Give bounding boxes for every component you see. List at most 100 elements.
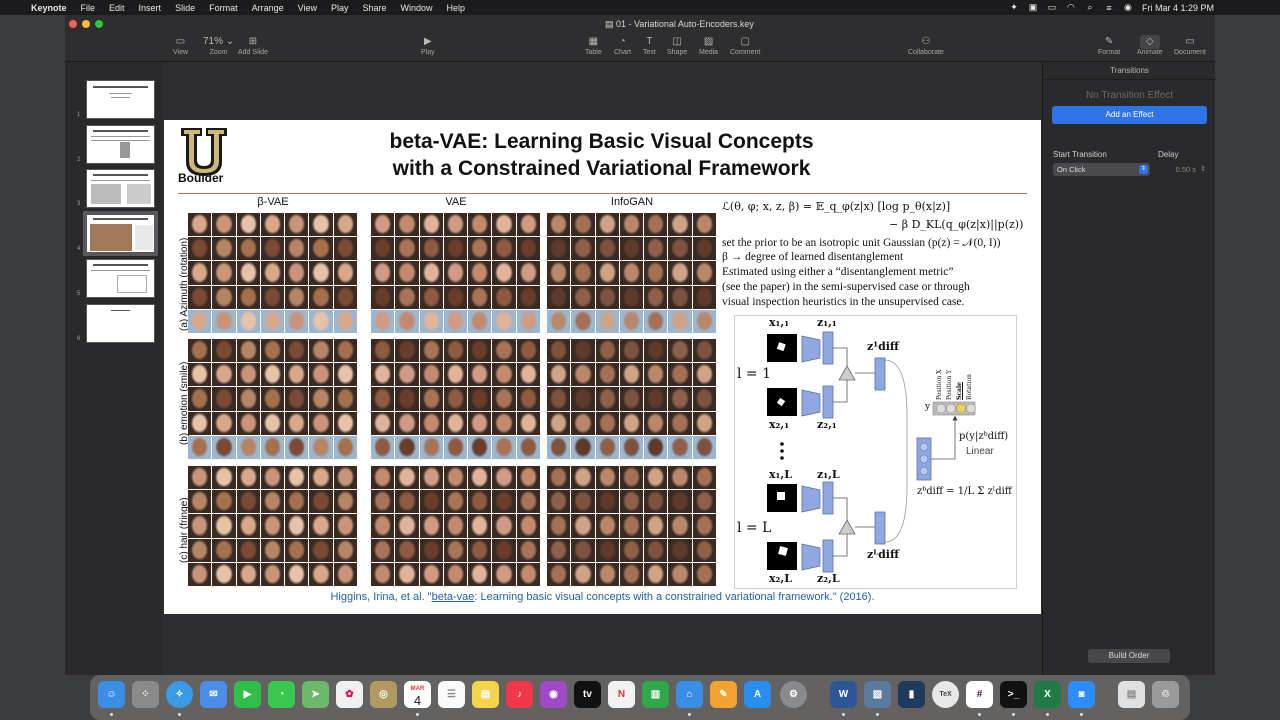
music-icon[interactable]: ♪ [506, 681, 533, 708]
face-sample [571, 466, 595, 490]
close-window-button[interactable] [69, 20, 77, 28]
minimize-window-button[interactable] [82, 20, 90, 28]
bookends-icon[interactable]: ▮ [898, 681, 925, 708]
inspector-title[interactable]: Transitions [1043, 66, 1216, 75]
search-icon[interactable]: ⌕ [1085, 2, 1095, 13]
face-sample [443, 213, 468, 237]
dropbox-icon[interactable]: ✦ [1009, 2, 1019, 13]
mail-icon[interactable]: ✉ [200, 681, 227, 708]
face-sample [516, 363, 540, 387]
podcasts-icon[interactable]: ◉ [540, 681, 567, 708]
start-transition-select[interactable]: On Click ⇕ [1053, 163, 1150, 176]
menu-share[interactable]: Share [356, 3, 394, 13]
slide-thumbnail-3[interactable] [86, 169, 155, 208]
apple-tv-icon[interactable]: tv [574, 681, 601, 708]
keynote-icon[interactable]: ⌂ [676, 681, 703, 708]
slide-number: 5 [77, 291, 81, 297]
trash-icon[interactable]: ♲ [1152, 681, 1179, 708]
slide-canvas[interactable]: Boulder beta-VAE: Learning Basic Visual … [163, 62, 1042, 675]
preview-icon[interactable]: ▧ [864, 681, 891, 708]
calendar-icon[interactable]: MAR 4 [404, 681, 431, 708]
collaborate-button[interactable]: ⚇ Collaborate [908, 35, 944, 56]
play-button[interactable]: ▶ Play [421, 35, 435, 56]
menu-arrange[interactable]: Arrange [245, 3, 291, 13]
animate-button[interactable]: ◇ Animate [1137, 35, 1163, 56]
terminal-icon[interactable]: >_ [1000, 681, 1027, 708]
slide-number: 6 [77, 336, 81, 342]
face-sample [371, 562, 395, 586]
archive-icon[interactable]: ◎ [370, 681, 397, 708]
slide-thumbnail-2[interactable] [86, 125, 155, 164]
face-sample [468, 435, 492, 459]
messages-icon[interactable]: ◔ [268, 681, 295, 708]
face-sample [309, 490, 333, 514]
wifi-icon[interactable]: ◠ [1066, 2, 1076, 13]
animate-icon: ◇ [1139, 35, 1160, 49]
stepper-icon[interactable]: ⇕ [1200, 163, 1206, 176]
zoom-button[interactable]: 71% ⌄ Zoom [203, 35, 234, 56]
menu-window[interactable]: Window [394, 3, 440, 13]
slide-thumbnail-4[interactable] [83, 211, 158, 256]
facetime-icon[interactable]: ▶ [234, 681, 261, 708]
slack-icon[interactable]: # [966, 681, 993, 708]
menu-app-name[interactable]: Keynote [24, 3, 74, 13]
add-effect-button[interactable]: Add an Effect [1052, 106, 1207, 124]
menu-play[interactable]: Play [324, 3, 356, 13]
face-sample [668, 466, 692, 490]
delay-stepper[interactable]: 0.50 s ⇕ [1156, 163, 1206, 176]
slide-thumbnail-1[interactable] [86, 80, 155, 119]
word-icon[interactable]: W [830, 681, 857, 708]
zoom-window-button[interactable] [95, 20, 103, 28]
chart-button[interactable]: ◔ Chart [614, 35, 631, 56]
pages-icon[interactable]: ✎ [710, 681, 737, 708]
zoom-app-icon[interactable]: ◙ [1068, 681, 1095, 708]
slide-thumbnail-6[interactable] [86, 304, 155, 343]
view-button[interactable]: ▭ View [173, 35, 188, 56]
maps-icon[interactable]: ➤ [302, 681, 329, 708]
add-slide-button[interactable]: ⊞ Add Slide [238, 35, 268, 56]
news-icon[interactable]: N [608, 681, 635, 708]
reminders-icon[interactable]: ☰ [438, 681, 465, 708]
notes-icon[interactable]: ▤ [472, 681, 499, 708]
face-sample [516, 285, 540, 309]
latexit-icon[interactable]: TeX [932, 681, 959, 708]
battery-icon[interactable]: ▭ [1047, 2, 1057, 13]
launchpad-icon[interactable]: ⁘ [132, 681, 159, 708]
citation-link[interactable]: beta-vae [432, 591, 475, 603]
menu-file[interactable]: File [74, 3, 103, 13]
shape-button[interactable]: ◫ Shape [667, 35, 687, 56]
text-button[interactable]: T Text [643, 35, 656, 56]
siri-icon[interactable]: ◉ [1123, 2, 1133, 13]
face-sample [468, 490, 492, 514]
slide-title[interactable]: beta-VAE: Learning Basic Visual Concepts… [324, 128, 879, 182]
app-status-icon[interactable]: ▣ [1028, 2, 1038, 13]
control-center-icon[interactable]: ≡ [1104, 3, 1114, 13]
menu-datetime[interactable]: Fri Mar 4 1:29 PM [1142, 3, 1214, 13]
menu-edit[interactable]: Edit [102, 3, 132, 13]
delay-label: Delay [1158, 150, 1179, 159]
numbers-icon[interactable]: ▥ [642, 681, 669, 708]
photos-icon[interactable]: ✿ [336, 681, 363, 708]
menu-slide[interactable]: Slide [168, 3, 202, 13]
slide[interactable]: Boulder beta-VAE: Learning Basic Visual … [164, 120, 1041, 614]
build-order-button[interactable]: Build Order [1088, 649, 1170, 663]
system-preferences-icon[interactable]: ⚙ [780, 681, 807, 708]
table-button[interactable]: ▦ Table [585, 35, 602, 56]
menu-view[interactable]: View [291, 3, 324, 13]
face-sample [333, 285, 357, 309]
format-button[interactable]: ✎ Format [1098, 35, 1120, 56]
safari-icon[interactable]: ✧ [166, 681, 193, 708]
menu-help[interactable]: Help [440, 3, 473, 13]
slide-thumbnail-5[interactable] [86, 259, 155, 298]
comment-button[interactable]: ▢ Comment [730, 35, 760, 56]
documents-folder-icon[interactable]: ▤ [1118, 681, 1145, 708]
excel-icon[interactable]: X [1034, 681, 1061, 708]
menu-format[interactable]: Format [202, 3, 245, 13]
finder-icon[interactable]: ☺ [98, 681, 125, 708]
face-sample [236, 387, 260, 411]
document-button[interactable]: ▭ Document [1174, 35, 1206, 56]
app-store-icon[interactable]: A [744, 681, 771, 708]
media-button[interactable]: ▨ Media [699, 35, 718, 56]
menu-insert[interactable]: Insert [132, 3, 169, 13]
face-sample [309, 387, 333, 411]
